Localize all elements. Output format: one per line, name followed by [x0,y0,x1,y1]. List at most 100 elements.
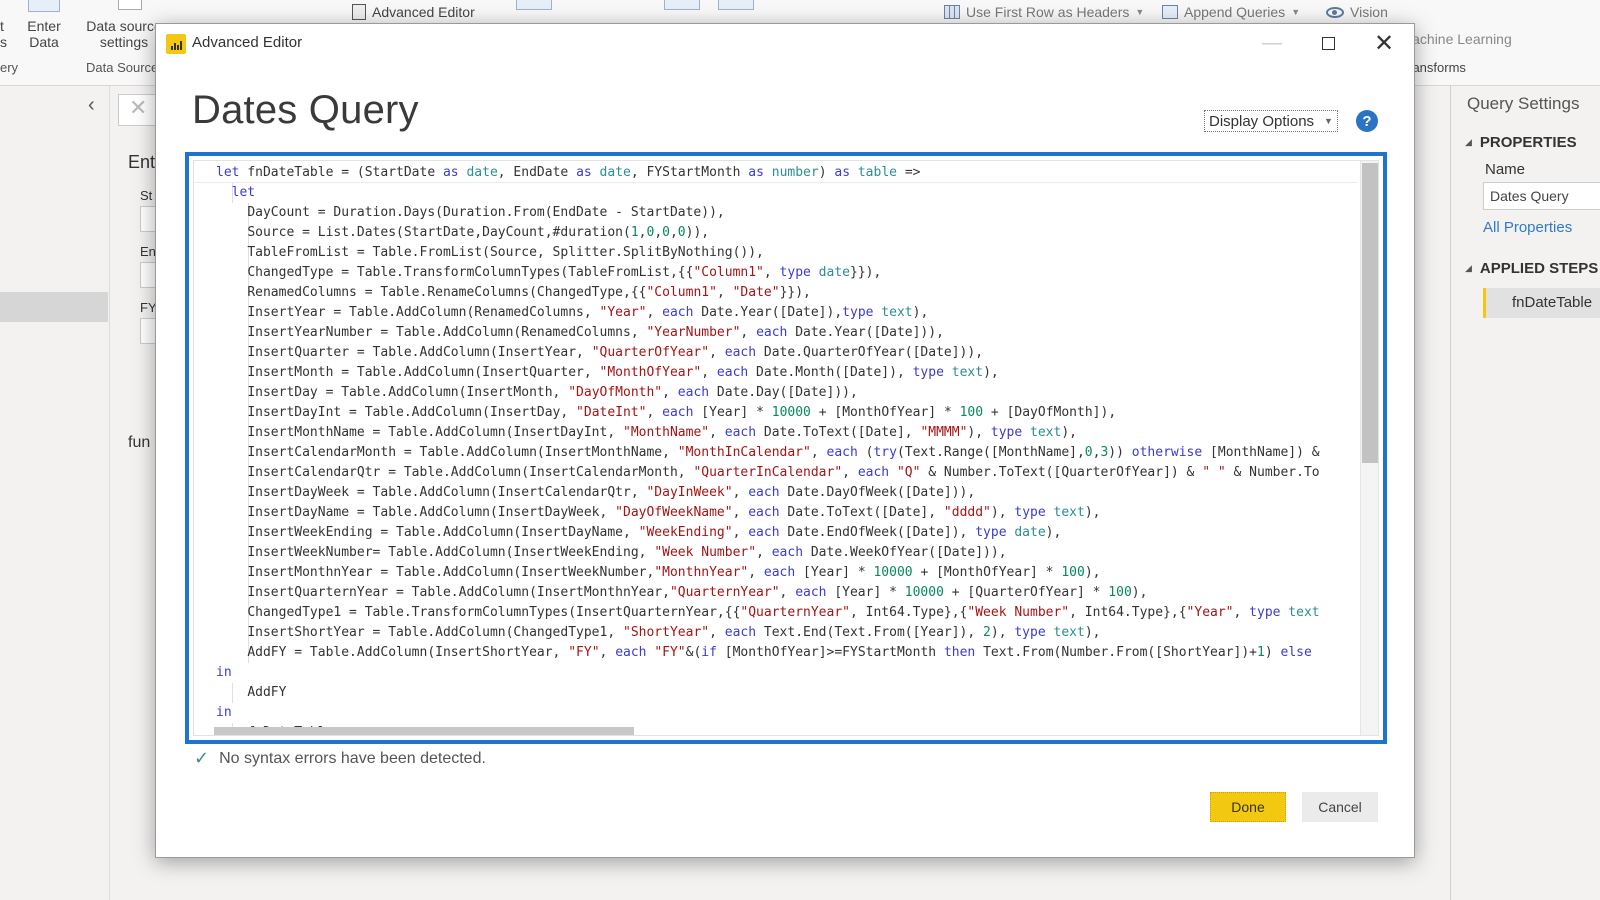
code-token: & Number.To [1225,465,1320,480]
code-token: each [857,465,890,480]
code-line: InsertMonth = Table.AddColumn(InsertQuar… [216,363,1320,383]
enter-data-button[interactable]: Enter Data [24,18,64,50]
applied-step-item[interactable]: fnDateTable [1483,288,1600,318]
code-token: , [740,325,757,340]
code-token: ), [912,305,929,320]
chevron-down-icon: ▼ [1324,116,1333,126]
code-token: ), [990,625,1015,640]
code-editor-viewport[interactable]: let fnDateTable = (StartDate as date, En… [193,160,1379,736]
code-token: [Year] * [826,585,905,600]
code-token: Date.ToText([Date], [779,505,944,520]
code-token: if [701,645,717,660]
applied-steps-section[interactable]: ◢ APPLIED STEPS [1465,260,1598,277]
vertical-scroll-thumb[interactable] [1362,163,1378,463]
checkmark-icon: ✓ [194,748,210,768]
append-icon [1162,5,1178,19]
append-queries-button[interactable]: Append Queries ▼ [1162,4,1300,20]
code-token: , FYStartMonth [630,165,749,180]
chevron-left-icon[interactable]: ‹ [88,94,95,117]
append-queries-label: Append Queries [1184,4,1286,20]
eye-icon [1326,6,1344,18]
code-token: text [943,365,984,380]
dialog-title: Advanced Editor [192,34,303,51]
code-token: , [756,545,772,560]
chevron-down-icon: ▼ [1291,7,1301,17]
maximize-button[interactable] [1306,28,1350,58]
code-token: , [701,365,717,380]
vertical-scrollbar[interactable] [1360,161,1378,735]
use-first-row-button[interactable]: Use First Row as Headers ▼ [944,4,1144,20]
code-token: InsertWeekNumber= Table.AddColumn(Insert… [247,545,655,560]
properties-section[interactable]: ◢ PROPERTIES [1465,134,1577,151]
code-token: let [231,185,256,200]
query-name-input[interactable]: Dates Query [1483,182,1600,210]
code-token: "FY" [654,645,686,660]
code-token: , [662,385,678,400]
queries-pane: ‹ [0,86,110,900]
ribbon-icon [718,0,754,10]
code-editor[interactable]: let fnDateTable = (StartDate as date, En… [185,152,1387,744]
code-token: + [DayOfMonth]), [983,405,1117,420]
cancel-button[interactable]: Cancel [1302,792,1378,822]
close-button[interactable]: ✕ [1362,28,1406,58]
code-token: )) [1108,445,1132,460]
code-token: , [842,465,858,480]
ribbon-partial-button[interactable]: t s [0,18,14,50]
code-token: text [1280,605,1320,620]
done-button[interactable]: Done [1210,792,1286,822]
code-token: Date.Day([Date])), [709,385,858,400]
code-token: "Q" [896,465,921,480]
selected-query-item[interactable] [0,292,108,322]
code-token: "MonthName" [623,425,710,440]
minimize-button[interactable]: — [1250,28,1294,58]
code-token: "DayOfWeekName" [615,505,733,520]
code-line: in [216,703,1320,723]
code-content[interactable]: let fnDateTable = (StartDate as date, En… [216,163,1320,735]
code-token: fnDateTable = (StartDate [247,165,443,180]
code-token: Date.DayOfWeek([Date])), [779,485,976,500]
code-token: ChangedType1 = Table.TransformColumnType… [247,605,741,620]
code-token: 100 [1061,565,1085,580]
code-line: InsertYearNumber = Table.AddColumn(Renam… [216,323,1320,343]
code-line: ChangedType = Table.TransformColumnTypes… [216,263,1320,283]
code-line: InsertCalendarMonth = Table.AddColumn(In… [216,443,1319,463]
code-token: "QuarterOfYear" [591,345,710,360]
code-token: type [1014,505,1046,520]
code-token: , [1233,605,1250,620]
code-token: , [748,565,764,580]
code-token: date [458,165,498,180]
code-token: each [677,385,710,400]
maximize-icon [1321,36,1335,50]
code-token: TableFromList = Table.FromList(Source, S… [247,245,764,260]
code-token: Date.EndOfWeek([Date]), [779,525,976,540]
data-source-settings-button[interactable]: Data source settings [84,18,164,50]
code-token: InsertQuarter = Table.AddColumn(InsertYe… [247,345,592,360]
code-token: & Number.ToText([QuarterOfYear]) & [920,465,1203,480]
advanced-editor-button[interactable]: Advanced Editor [352,4,475,20]
code-token: InsertYear = Table.AddColumn(RenamedColu… [247,305,600,320]
code-token: try [873,445,897,460]
close-input-box[interactable]: ✕ [118,94,158,126]
code-token: DayCount = Duration.Days(Duration.From(E… [247,205,725,220]
code-line: InsertQuarternYear = Table.AddColumn(Ins… [216,583,1320,603]
code-token: InsertQuarternYear = Table.AddColumn(Ins… [247,585,670,600]
code-token: as [748,165,764,180]
code-token: AddFY = Table.AddColumn(InsertShortYear, [247,645,569,660]
display-options-dropdown[interactable]: Display Options ▼ [1204,110,1338,132]
code-token: => [897,165,921,180]
code-token: " " [1202,465,1226,480]
code-token: each [756,325,788,340]
code-token: each [795,585,827,600]
code-token: number [763,165,819,180]
code-token: 1 [630,225,639,240]
code-token: 0 [1084,445,1093,460]
help-icon[interactable]: ? [1356,110,1378,132]
horizontal-scroll-thumb[interactable] [214,727,634,735]
code-token: , [732,485,749,500]
code-line: AddFY [216,683,1320,703]
ribbon-icon [664,0,700,10]
all-properties-link[interactable]: All Properties [1483,219,1572,236]
code-token: "DateInt" [576,405,647,420]
vision-button[interactable]: Vision [1326,4,1388,20]
